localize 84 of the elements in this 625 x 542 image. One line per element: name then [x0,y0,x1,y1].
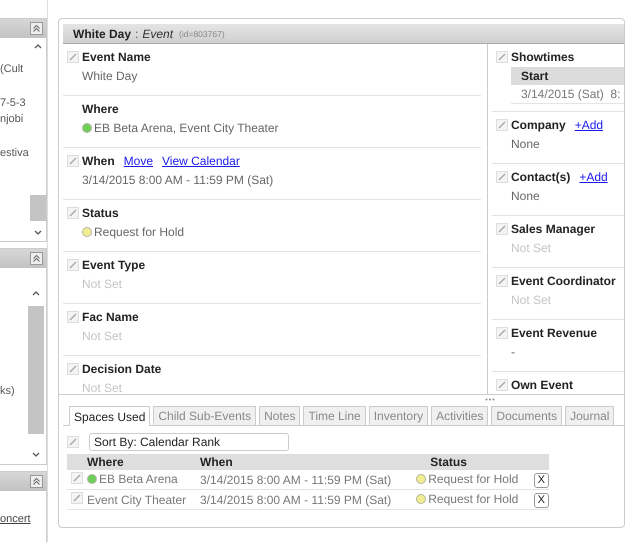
field-link[interactable]: Move [124,154,154,168]
splitter[interactable] [59,394,624,403]
field-label: Event Coordinator [511,274,616,288]
field-label: Event Name [82,50,151,64]
sidebar-link[interactable]: oncert [0,513,31,525]
pencil-icon[interactable] [67,207,79,219]
table-cell: 3/14/2015 (Sat) 8: [511,85,624,104]
event-id: (id=803767) [179,28,225,38]
scroll-up-icon[interactable] [34,43,42,49]
column-header: When [200,454,416,470]
field-value: - [511,345,515,359]
grip-icon[interactable] [485,398,495,400]
add-link[interactable]: +Add [574,118,604,132]
pencil-icon[interactable] [71,492,83,504]
collapse-icon[interactable] [30,22,43,35]
field-link[interactable]: View Calendar [162,154,240,168]
tab[interactable]: Spaces Used [69,406,150,426]
pencil-icon[interactable] [67,51,79,63]
sidebar-item[interactable]: (Cult [0,63,24,75]
scroll-thumb[interactable] [30,195,46,221]
pencil-icon[interactable] [67,259,79,271]
table-cell: 3/14/2015 8:00 AM - 11:59 PM (Sat) [200,472,392,486]
pencil-icon[interactable] [71,472,83,484]
table-cell: Event City Theater [87,492,186,506]
field-label: Showtimes [511,50,574,64]
pencil-icon[interactable] [67,436,79,448]
field-label: Status [82,206,119,220]
pencil-icon[interactable] [496,379,508,391]
table-cell: Request for Hold [428,492,518,506]
pencil-icon[interactable] [496,171,508,183]
field-value: EB Beta Arena, Event City Theater [94,121,279,135]
header-cell [532,454,549,470]
event-title: White Day [73,26,132,40]
table-cell: 3/14/2015 8:00 AM - 11:59 PM (Sat) [200,492,392,506]
field-value: Not Set [82,381,122,394]
pencil-icon[interactable] [67,363,79,375]
pencil-icon[interactable] [496,223,508,235]
column-header: Status [416,454,532,470]
remove-button[interactable]: X [534,472,549,488]
sidebar-item[interactable]: 7-5-3 [0,97,26,109]
field-label: Event Type [82,258,146,272]
sort-field[interactable]: Sort By: Calendar Rank [89,433,289,451]
field-value: Not Set [511,293,552,307]
field-label: Contact(s) [511,170,570,184]
table-cell: EB Beta Arena [99,472,178,486]
field-value: 3/14/2015 8:00 AM - 11:59 PM (Sat) [82,173,274,187]
pencil-icon[interactable] [496,119,508,131]
collapse-icon[interactable] [30,475,43,488]
pencil-icon[interactable] [496,327,508,339]
add-link[interactable]: +Add [579,170,608,184]
scroll-up-icon[interactable] [32,290,40,296]
scroll-down-icon[interactable] [32,452,40,458]
pencil-icon[interactable] [67,155,79,167]
field-label: Where [82,102,119,116]
table-cell: Request for Hold [428,472,518,486]
field-label: Event Revenue [511,326,598,340]
field-label: Fac Name [82,310,139,324]
field-label: Sales Manager [511,222,596,236]
field-label: Company [511,118,566,132]
collapse-icon[interactable] [30,252,43,265]
header-cell [67,454,87,470]
pencil-icon[interactable] [496,51,508,63]
scroll-down-icon[interactable] [34,230,42,236]
pencil-icon[interactable] [67,311,79,323]
field-label: Decision Date [82,362,162,376]
field-value: White Day [82,69,138,83]
field-value: Not Set [511,241,552,255]
field-value: None [511,137,540,151]
field-label: When [82,154,115,168]
title-separator: : [135,26,138,40]
field-label: Own Event [511,378,574,392]
field-value: Not Set [82,329,122,343]
sidebar-item[interactable]: estiva [0,147,29,159]
field-value: Not Set [82,277,122,291]
field-value: Request for Hold [94,225,184,239]
event-type: Event [142,26,174,40]
sidebar-item[interactable]: njobi [0,113,24,125]
pencil-icon[interactable] [496,275,508,287]
field-value: None [511,189,540,203]
sidebar-item[interactable]: ks) [0,385,15,397]
column-header: Where [87,454,200,470]
scroll-thumb[interactable] [28,306,44,434]
table-header: Start [511,67,624,85]
remove-button[interactable]: X [534,492,549,508]
